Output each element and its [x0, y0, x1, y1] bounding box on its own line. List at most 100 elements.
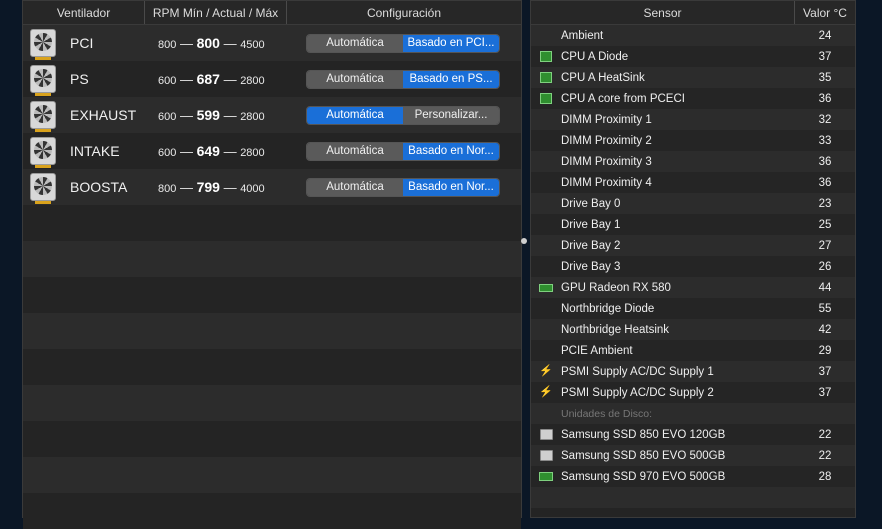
fan-row[interactable]: PCI 800 — 800 — 4500 Automática Basado en P… — [23, 25, 521, 61]
sensor-icon-slot — [531, 283, 561, 292]
sensor-name: CPU A HeatSink — [561, 71, 645, 84]
disk-icon — [539, 450, 553, 461]
sensor-row[interactable]: CPU A Diode 37 — [531, 46, 855, 67]
sensor-name: Samsung SSD 970 EVO 500GB — [561, 470, 726, 483]
rpm-separator: — — [219, 72, 241, 87]
sensor-row[interactable]: ⚡ PSMI Supply AC/DC Supply 2 37 — [531, 382, 855, 403]
sensor-name: DIMM Proximity 2 — [561, 134, 652, 147]
sensor-row[interactable]: CPU A HeatSink 35 — [531, 67, 855, 88]
sensor-value: 42 — [818, 323, 832, 336]
sensor-row[interactable]: Northbridge Heatsink 42 — [531, 319, 855, 340]
fan-name: INTAKE — [70, 143, 120, 159]
header-value[interactable]: Valor °C — [795, 1, 855, 24]
sensor-row[interactable]: DIMM Proximity 2 33 — [531, 130, 855, 151]
header-rpm[interactable]: RPM Mín / Actual / Máx — [145, 1, 287, 24]
preset-button[interactable]: Personalizar... — [403, 106, 499, 124]
fan-name: PCI — [70, 35, 94, 51]
fan-control-segmented[interactable]: Automática Basado en Nor... — [306, 141, 500, 161]
rpm-min: 600 — [158, 75, 177, 87]
empty-row — [23, 457, 521, 493]
rpm-max: 2800 — [240, 75, 265, 87]
fan-name: EXHAUST — [70, 107, 137, 123]
sensor-value: 36 — [818, 176, 832, 189]
rpm-separator: — — [219, 144, 241, 159]
auto-mode-button[interactable]: Automática — [307, 178, 403, 196]
fan-row[interactable]: EXHAUST 600 — 599 — 2800 Automática Persona… — [23, 97, 521, 133]
sensor-name: PCIE Ambient — [561, 344, 633, 357]
sensor-row[interactable]: PCIE Ambient 29 — [531, 340, 855, 361]
sensor-name: Drive Bay 1 — [561, 218, 621, 231]
empty-row — [23, 349, 521, 385]
sensor-row — [531, 487, 855, 508]
fan-control-segmented[interactable]: Automática Basado en PS... — [306, 69, 500, 89]
chip-icon — [540, 93, 552, 104]
sensor-row[interactable]: Samsung SSD 850 EVO 120GB 22 — [531, 424, 855, 445]
empty-row — [23, 313, 521, 349]
sensor-name: DIMM Proximity 1 — [561, 113, 652, 126]
sensor-value: 35 — [818, 71, 832, 84]
fan-rpm: 800 — 800 — 4500 — [158, 35, 306, 51]
fan-control-segmented[interactable]: Automática Personalizar... — [306, 105, 500, 125]
sensor-row[interactable]: DIMM Proximity 3 36 — [531, 151, 855, 172]
sensor-name: Samsung SSD 850 EVO 120GB — [561, 428, 726, 441]
sensor-row[interactable]: GPU Radeon RX 580 44 — [531, 277, 855, 298]
sensor-value: 23 — [818, 197, 832, 210]
rpm-current: 799 — [196, 179, 220, 195]
empty-row — [23, 241, 521, 277]
sensor-row[interactable]: Drive Bay 2 27 — [531, 235, 855, 256]
sensor-value: 28 — [818, 470, 832, 483]
auto-mode-button[interactable]: Automática — [307, 70, 403, 88]
sensor-row[interactable]: Samsung SSD 850 EVO 500GB 22 — [531, 445, 855, 466]
preset-button[interactable]: Basado en PCI... — [403, 34, 499, 52]
fan-table-header: Ventilador RPM Mín / Actual / Máx Config… — [23, 1, 521, 25]
sensor-icon-slot — [531, 93, 561, 104]
preset-button[interactable]: Basado en PS... — [403, 70, 499, 88]
sensor-row[interactable]: Drive Bay 1 25 — [531, 214, 855, 235]
sensor-list: Ambient 24 CPU A Diode 37 CPU A HeatSink 35 CP… — [531, 25, 855, 508]
sensor-value: 32 — [818, 113, 832, 126]
fan-row[interactable]: PS 600 — 687 — 2800 Automática Basado en PS… — [23, 61, 521, 97]
sensor-row[interactable]: ⚡ PSMI Supply AC/DC Supply 1 37 — [531, 361, 855, 382]
sensor-icon-slot: ⚡ — [531, 366, 561, 377]
sensor-row[interactable]: CPU A core from PCECI 36 — [531, 88, 855, 109]
rpm-separator: — — [219, 180, 241, 195]
sensor-row[interactable]: DIMM Proximity 4 36 — [531, 172, 855, 193]
section-label: Unidades de Disco: — [561, 407, 653, 420]
fan-panel: Ventilador RPM Mín / Actual / Máx Config… — [22, 0, 522, 529]
sensor-table-header: Sensor Valor °C — [531, 1, 855, 25]
rpm-max: 4500 — [240, 39, 265, 51]
header-sensor[interactable]: Sensor — [531, 1, 795, 24]
fan-icon — [30, 101, 56, 132]
fan-icon — [30, 65, 56, 96]
rpm-separator: — — [176, 36, 197, 51]
sensor-value: 37 — [818, 50, 832, 63]
fan-control-segmented[interactable]: Automática Basado en PCI... — [306, 33, 500, 53]
sensor-row: Unidades de Disco: — [531, 403, 855, 424]
sensor-row[interactable]: Ambient 24 — [531, 25, 855, 46]
fan-row[interactable]: INTAKE 600 — 649 — 2800 Automática Basado e… — [23, 133, 521, 169]
disk-icon — [539, 429, 553, 440]
header-fan[interactable]: Ventilador — [23, 1, 145, 24]
sensor-value: 37 — [818, 386, 832, 399]
sensor-row[interactable]: DIMM Proximity 1 32 — [531, 109, 855, 130]
chip-icon — [540, 51, 552, 62]
split-view-handle[interactable] — [521, 238, 527, 244]
sensor-value: 37 — [818, 365, 832, 378]
fan-list: PCI 800 — 800 — 4500 Automática Basado en P… — [23, 25, 521, 529]
empty-row — [23, 421, 521, 457]
sensor-row[interactable]: Samsung SSD 970 EVO 500GB 28 — [531, 466, 855, 487]
preset-button[interactable]: Basado en Nor... — [403, 142, 499, 160]
auto-mode-button[interactable]: Automática — [307, 142, 403, 160]
header-config[interactable]: Configuración — [287, 1, 521, 24]
sensor-row[interactable]: Drive Bay 0 23 — [531, 193, 855, 214]
preset-button[interactable]: Basado en Nor... — [403, 178, 499, 196]
fan-row[interactable]: BOOSTA 800 — 799 — 4000 Automática Basado e… — [23, 169, 521, 205]
auto-mode-button[interactable]: Automática — [307, 106, 403, 124]
auto-mode-button[interactable]: Automática — [307, 34, 403, 52]
sensor-row[interactable]: Drive Bay 3 26 — [531, 256, 855, 277]
fan-control-segmented[interactable]: Automática Basado en Nor... — [306, 177, 500, 197]
rpm-separator: — — [176, 144, 197, 159]
sensor-name: Ambient — [561, 29, 604, 42]
sensor-row[interactable]: Northbridge Diode 55 — [531, 298, 855, 319]
sensor-value: 55 — [818, 302, 832, 315]
